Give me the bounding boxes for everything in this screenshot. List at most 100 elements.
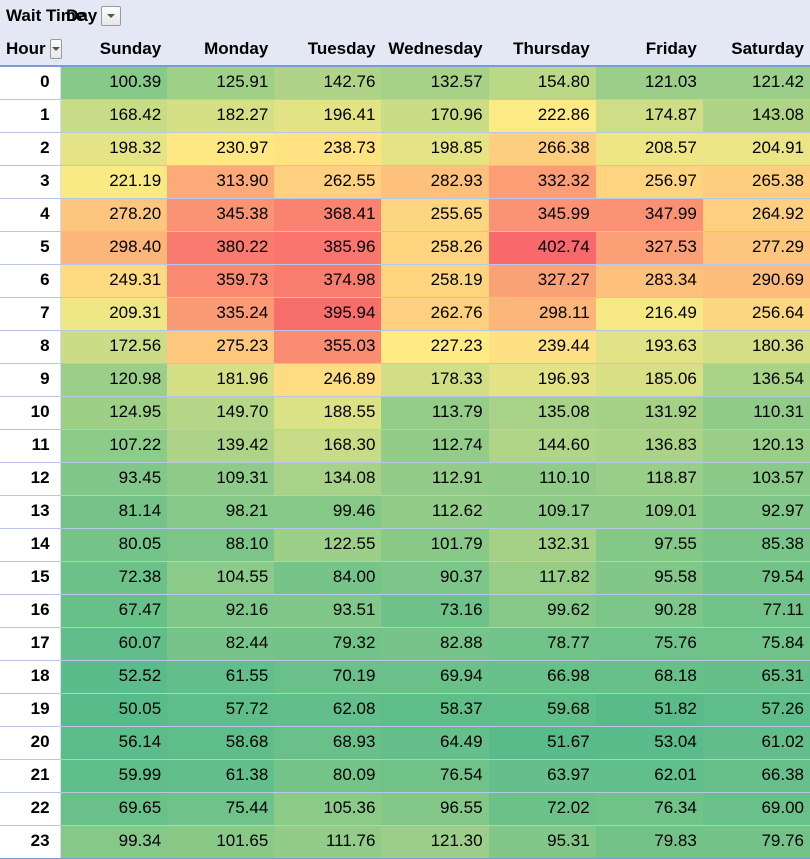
heatmap-cell: 82.44 — [167, 627, 274, 660]
heatmap-cell: 56.14 — [60, 726, 167, 759]
heatmap-cell: 85.38 — [703, 528, 810, 561]
heatmap-cell: 256.64 — [703, 297, 810, 330]
heatmap-cell: 82.88 — [381, 627, 488, 660]
heatmap-cell: 282.93 — [381, 165, 488, 198]
table-row: 4278.20345.38368.41255.65345.99347.99264… — [0, 198, 810, 231]
heatmap-cell: 239.44 — [489, 330, 596, 363]
heatmap-cell: 132.31 — [489, 528, 596, 561]
measure-label: Wait Time — [0, 0, 60, 33]
heatmap-cell: 61.55 — [167, 660, 274, 693]
row-header-hour: 8 — [0, 330, 60, 363]
heatmap-cell: 109.31 — [167, 462, 274, 495]
row-header-hour: 19 — [0, 693, 60, 726]
table-row: 1293.45109.31134.08112.91110.10118.87103… — [0, 462, 810, 495]
heatmap-cell: 204.91 — [703, 132, 810, 165]
heatmap-cell: 90.37 — [381, 561, 488, 594]
heatmap-cell: 332.32 — [489, 165, 596, 198]
row-header-hour: 0 — [0, 66, 60, 99]
heatmap-cell: 70.19 — [274, 660, 381, 693]
table-row: 1852.5261.5570.1969.9466.9868.1865.31 — [0, 660, 810, 693]
row-field-header: Hour — [0, 33, 60, 66]
heatmap-cell: 198.85 — [381, 132, 488, 165]
heatmap-cell: 68.18 — [596, 660, 703, 693]
heatmap-cell: 58.68 — [167, 726, 274, 759]
row-header-hour: 22 — [0, 792, 60, 825]
heatmap-cell: 60.07 — [60, 627, 167, 660]
table-row: 2269.6575.44105.3696.5572.0276.3469.00 — [0, 792, 810, 825]
heatmap-cell: 79.54 — [703, 561, 810, 594]
heatmap-cell: 139.42 — [167, 429, 274, 462]
heatmap-cell: 154.80 — [489, 66, 596, 99]
col-field-header: Day — [60, 0, 167, 33]
table-row: 2056.1458.6868.9364.4951.6753.0461.02 — [0, 726, 810, 759]
heatmap-cell: 385.96 — [274, 231, 381, 264]
heatmap-cell: 95.31 — [489, 825, 596, 858]
column-header-day: Tuesday — [274, 33, 381, 66]
heatmap-cell: 61.02 — [703, 726, 810, 759]
heatmap-cell: 110.31 — [703, 396, 810, 429]
column-header-day: Wednesday — [381, 33, 488, 66]
table-row: 1572.38104.5584.0090.37117.8295.5879.54 — [0, 561, 810, 594]
heatmap-cell: 124.95 — [60, 396, 167, 429]
day-filter-dropdown[interactable] — [101, 6, 121, 26]
heatmap-cell: 68.93 — [274, 726, 381, 759]
heatmap-cell: 168.42 — [60, 99, 167, 132]
heatmap-cell: 174.87 — [596, 99, 703, 132]
row-header-hour: 11 — [0, 429, 60, 462]
column-header-day: Thursday — [489, 33, 596, 66]
heatmap-cell: 258.26 — [381, 231, 488, 264]
heatmap-cell: 112.91 — [381, 462, 488, 495]
heatmap-cell: 99.62 — [489, 594, 596, 627]
table-row: 2198.32230.97238.73198.85266.38208.57204… — [0, 132, 810, 165]
table-row: 6249.31359.73374.98258.19327.27283.34290… — [0, 264, 810, 297]
row-header-hour: 14 — [0, 528, 60, 561]
heatmap-cell: 58.37 — [381, 693, 488, 726]
heatmap-cell: 53.04 — [596, 726, 703, 759]
heatmap-cell: 98.21 — [167, 495, 274, 528]
heatmap-cell: 198.32 — [60, 132, 167, 165]
heatmap-cell: 51.67 — [489, 726, 596, 759]
hour-filter-dropdown[interactable] — [50, 39, 62, 59]
heatmap-cell: 79.83 — [596, 825, 703, 858]
heatmap-cell: 69.94 — [381, 660, 488, 693]
heatmap-cell: 72.38 — [60, 561, 167, 594]
heatmap-cell: 283.34 — [596, 264, 703, 297]
table-row: 1381.1498.2199.46112.62109.17109.0192.97 — [0, 495, 810, 528]
heatmap-cell: 103.57 — [703, 462, 810, 495]
row-header-hour: 6 — [0, 264, 60, 297]
table-row: 2399.34101.65111.76121.3095.3179.8379.76 — [0, 825, 810, 858]
heatmap-cell: 182.27 — [167, 99, 274, 132]
heatmap-cell: 298.40 — [60, 231, 167, 264]
heatmap-cell: 51.82 — [596, 693, 703, 726]
row-header-hour: 10 — [0, 396, 60, 429]
row-header-hour: 2 — [0, 132, 60, 165]
heatmap-cell: 118.87 — [596, 462, 703, 495]
heatmap-cell: 258.19 — [381, 264, 488, 297]
heatmap-cell: 275.23 — [167, 330, 274, 363]
heatmap-cell: 75.84 — [703, 627, 810, 660]
heatmap-cell: 105.36 — [274, 792, 381, 825]
table-row: 9120.98181.96246.89178.33196.93185.06136… — [0, 363, 810, 396]
heatmap-cell: 255.65 — [381, 198, 488, 231]
row-header-hour: 20 — [0, 726, 60, 759]
heatmap-cell: 238.73 — [274, 132, 381, 165]
heatmap-cell: 117.82 — [489, 561, 596, 594]
heatmap-cell: 143.08 — [703, 99, 810, 132]
heatmap-cell: 120.98 — [60, 363, 167, 396]
table-row: 5298.40380.22385.96258.26402.74327.53277… — [0, 231, 810, 264]
heatmap-cell: 59.68 — [489, 693, 596, 726]
heatmap-cell: 95.58 — [596, 561, 703, 594]
heatmap-cell: 121.03 — [596, 66, 703, 99]
heatmap-cell: 69.00 — [703, 792, 810, 825]
heatmap-cell: 66.38 — [703, 759, 810, 792]
heatmap-cell: 265.38 — [703, 165, 810, 198]
heatmap-cell: 65.31 — [703, 660, 810, 693]
row-header-hour: 13 — [0, 495, 60, 528]
heatmap-cell: 313.90 — [167, 165, 274, 198]
heatmap-cell: 72.02 — [489, 792, 596, 825]
heatmap-cell: 131.92 — [596, 396, 703, 429]
table-row: 1950.0557.7262.0858.3759.6851.8257.26 — [0, 693, 810, 726]
heatmap-cell: 246.89 — [274, 363, 381, 396]
heatmap-cell: 374.98 — [274, 264, 381, 297]
table-row: 7209.31335.24395.94262.76298.11216.49256… — [0, 297, 810, 330]
